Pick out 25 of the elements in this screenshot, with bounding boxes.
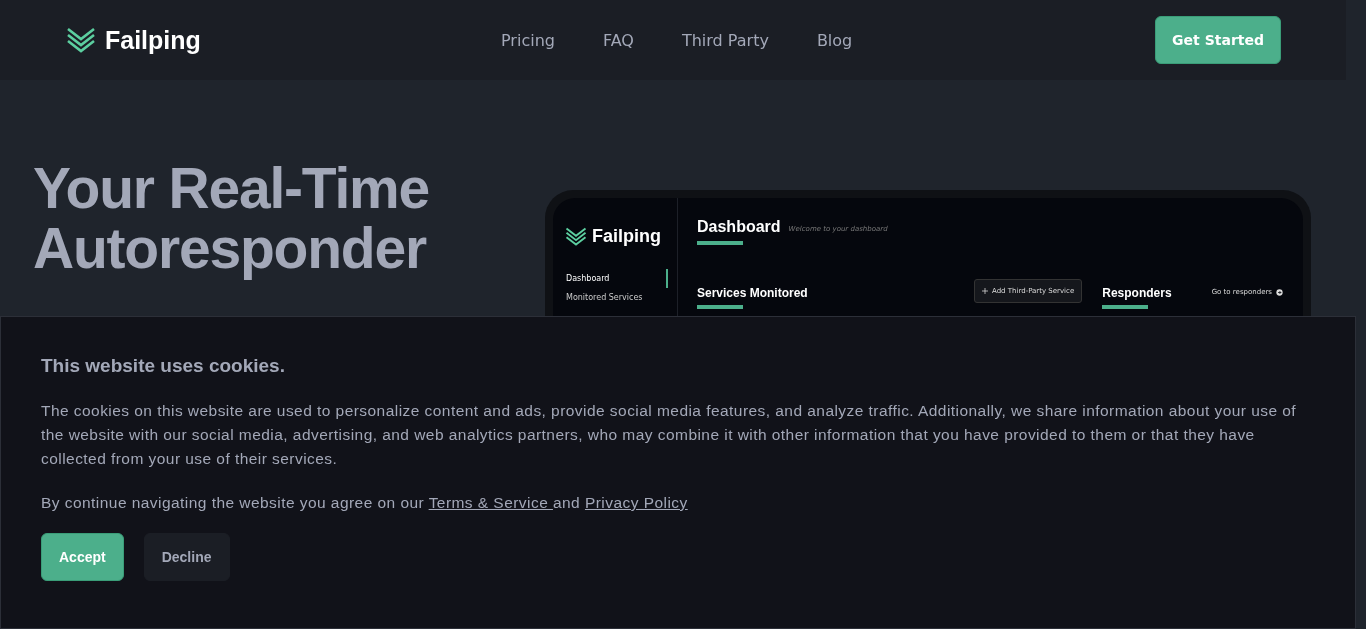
- nav-link[interactable]: Third Party: [681, 30, 769, 50]
- underline-accent: [697, 241, 743, 245]
- hero-heading: Your Real-Time Autoresponder: [33, 158, 431, 278]
- cookie-title: This website uses cookies.: [41, 355, 286, 377]
- arrow-circle-icon: [1276, 288, 1283, 296]
- brand-name: Failping: [105, 25, 201, 55]
- privacy-link[interactable]: Privacy Policy: [584, 494, 688, 511]
- terms-link[interactable]: Terms & Service: [428, 494, 553, 511]
- nav-link[interactable]: Blog: [816, 30, 853, 50]
- section-heading: Services Monitored: [697, 286, 809, 300]
- nav-link[interactable]: Pricing: [501, 30, 555, 50]
- logo-icon: [565, 227, 587, 246]
- underline-accent: [697, 305, 743, 309]
- sidebar-item[interactable]: Dashboard: [565, 269, 668, 288]
- underline-accent: [1102, 305, 1149, 309]
- dashboard-title: Dashboard: [697, 218, 781, 236]
- cookie-text: The cookies on this website are used to personalize content and ads, provide social media features, and analyze traffic. Additionally, we share information about your use of the website with our social media, advertising, and web analytics partners, who may combine it with other information that you have provided to them or that they have collected from your use of their services.: [41, 401, 1298, 469]
- brand-name: Failping: [592, 226, 661, 247]
- nav-link[interactable]: FAQ: [602, 30, 634, 50]
- sidebar-item[interactable]: Monitored Services: [565, 288, 668, 307]
- plus-icon: [982, 288, 988, 294]
- decline-button[interactable]: Decline: [143, 533, 230, 581]
- logo-icon: [66, 27, 96, 53]
- consent-text: By continue navigating the website you agree on our Terms & Service and Privacy Policy: [41, 493, 689, 513]
- section-heading: Responders: [1102, 286, 1172, 300]
